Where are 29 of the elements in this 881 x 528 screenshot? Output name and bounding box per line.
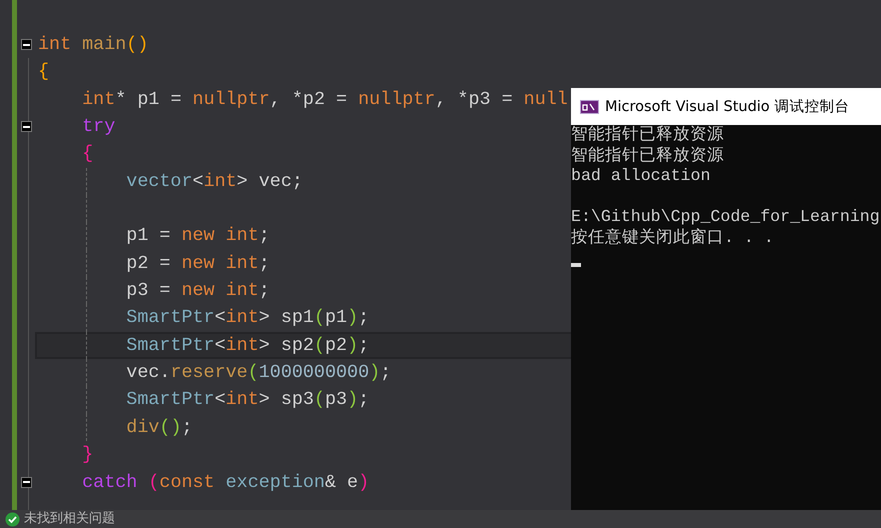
- code-line: int* p1 = nullptr, *p2 = nullptr, *p3 = null: [81, 88, 568, 110]
- check-icon: [5, 512, 20, 526]
- text-cursor: [571, 263, 581, 267]
- code-line: try: [81, 116, 116, 138]
- console-line: E:\Github\Cpp_Code_for_Learning: [571, 207, 880, 228]
- code-line: vector<int> vec;: [125, 170, 303, 192]
- code-line: p1 = new int;: [125, 225, 270, 246]
- console-line: 智能指针已释放资源: [571, 125, 724, 146]
- collapse-icon[interactable]: [21, 476, 32, 488]
- collapse-icon[interactable]: [21, 121, 32, 132]
- code-line: p3 = new int;: [125, 280, 270, 302]
- collapse-icon[interactable]: [21, 39, 32, 50]
- code-line: int main(): [38, 34, 148, 55]
- code-line: {: [38, 61, 50, 82]
- code-line: SmartPtr<int> sp1(p1);: [125, 307, 370, 328]
- console-icon: [580, 100, 599, 114]
- console-line: bad allocation: [571, 166, 710, 186]
- code-line: SmartPtr<int> sp3(p3);: [125, 389, 370, 410]
- code-line: div();: [125, 416, 193, 438]
- code-line: vec.reserve(1000000000);: [125, 362, 392, 384]
- console-line: 智能指针已释放资源: [571, 146, 724, 166]
- code-line: SmartPtr<int> sp2(p2);: [125, 334, 370, 356]
- console-title: Microsoft Visual Studio 调试控制台: [605, 98, 850, 116]
- code-line: catch (const exception& e): [81, 472, 370, 492]
- code-line: }: [81, 444, 94, 466]
- code-line: {: [81, 143, 94, 164]
- status-message[interactable]: 未找到相关问题: [24, 510, 115, 528]
- console-line: 按任意键关闭此窗口. . .: [571, 228, 774, 248]
- code-line: p2 = new int;: [125, 252, 270, 274]
